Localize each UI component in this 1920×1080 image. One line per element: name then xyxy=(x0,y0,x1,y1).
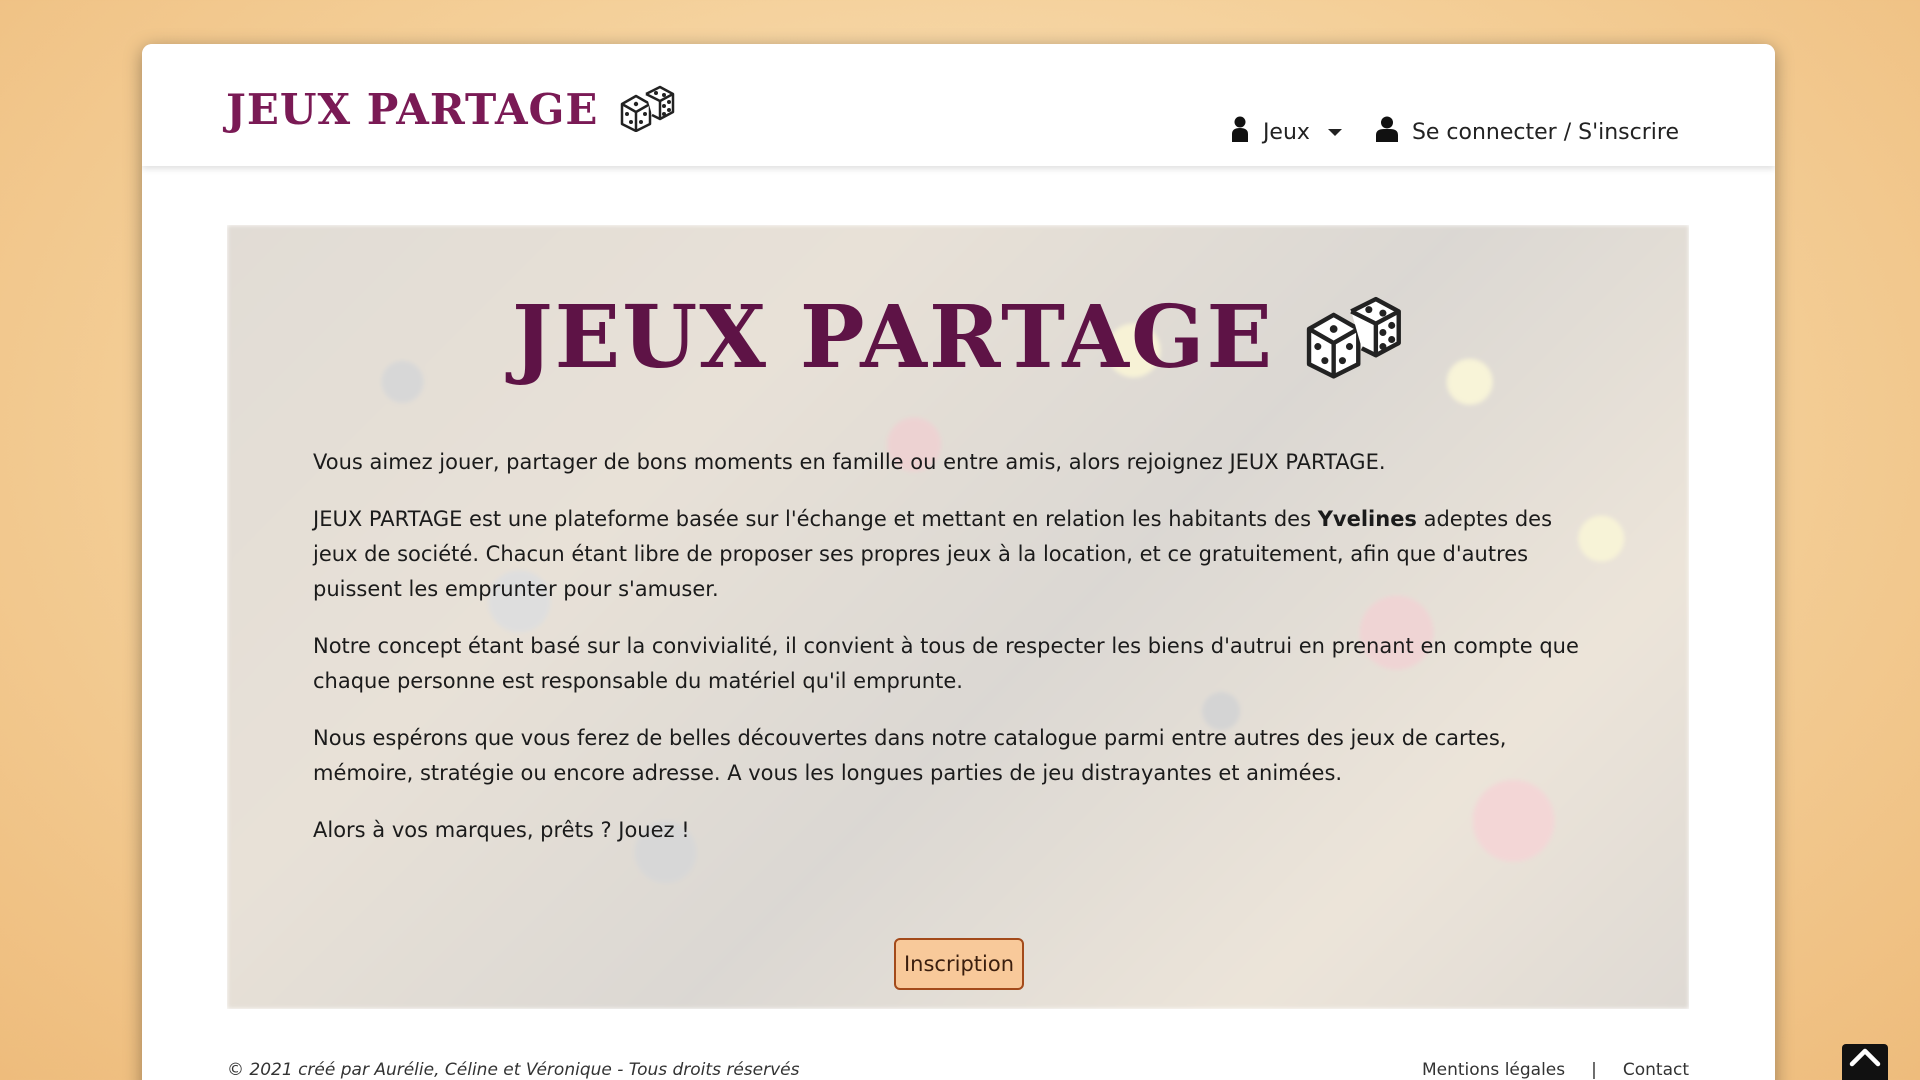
back-to-top-button[interactable] xyxy=(1842,1044,1888,1080)
copyright-text: © 2021 créé par Aurélie, Céline et Véron… xyxy=(227,1060,800,1080)
brand-logo[interactable]: JEUX PARTAGE xyxy=(226,84,676,136)
hero-title: JEUX PARTAGE xyxy=(227,293,1689,383)
dice-icon xyxy=(1302,293,1404,383)
user-icon xyxy=(1231,116,1249,148)
footer: © 2021 créé par Aurélie, Céline et Véron… xyxy=(227,1060,1689,1080)
platform-paragraph: JEUX PARTAGE est une plateforme basée su… xyxy=(313,502,1583,607)
concept-paragraph: Notre concept étant basé sur la convivia… xyxy=(313,634,1579,693)
login-link-label: Se connecter / S'inscrire xyxy=(1411,119,1679,145)
login-link[interactable]: Se connecter / S'inscrire xyxy=(1375,116,1679,148)
hero-section: JEUX PARTAGE Vous aimez jouer, partager … xyxy=(227,225,1689,1009)
chevron-up-icon xyxy=(1848,1044,1882,1072)
hero-title-text: JEUX PARTAGE xyxy=(511,287,1274,388)
caret-down-icon xyxy=(1327,128,1342,136)
nav-menu: Jeux Se connecter / S'inscrire xyxy=(1231,116,1679,148)
footer-links: Mentions légales | Contact xyxy=(1422,1060,1689,1080)
closing-paragraph: Alors à vos marques, prêts ? Jouez ! xyxy=(313,818,690,842)
region-highlight: Yvelines xyxy=(1317,507,1417,531)
legal-notice-link[interactable]: Mentions légales xyxy=(1422,1060,1565,1080)
catalogue-paragraph: Nous espérons que vous ferez de belles d… xyxy=(313,726,1507,785)
hero-description: Vous aimez jouer, partager de bons momen… xyxy=(313,445,1583,870)
intro-paragraph: Vous aimez jouer, partager de bons momen… xyxy=(313,450,1386,474)
platform-text-start: JEUX PARTAGE est une plateforme basée su… xyxy=(313,507,1318,531)
dice-icon xyxy=(618,84,676,136)
games-dropdown[interactable]: Jeux xyxy=(1231,116,1342,148)
hero-content: JEUX PARTAGE Vous aimez jouer, partager … xyxy=(227,225,1689,1009)
contact-link[interactable]: Contact xyxy=(1623,1060,1689,1080)
navbar: JEUX PARTAGE Jeux Se connecter / S'inscr… xyxy=(142,44,1775,166)
inscription-button[interactable]: Inscription xyxy=(894,938,1024,990)
games-dropdown-label: Jeux xyxy=(1262,119,1310,145)
footer-separator: | xyxy=(1591,1060,1597,1080)
user-icon xyxy=(1375,116,1398,148)
brand-name: JEUX PARTAGE xyxy=(226,85,599,134)
page-card: JEUX PARTAGE Jeux Se connecter / S'inscr… xyxy=(142,44,1775,1080)
